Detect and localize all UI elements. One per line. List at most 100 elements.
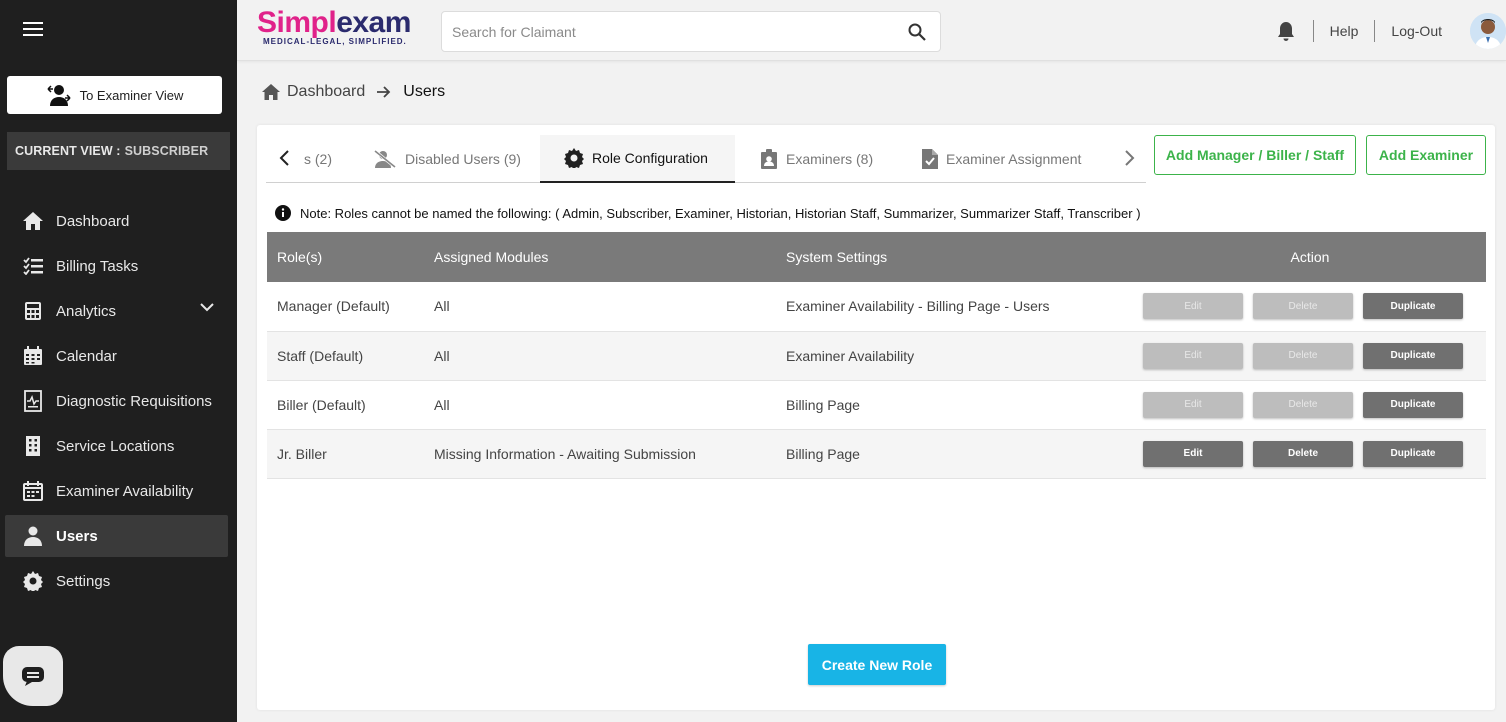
calendar-icon (22, 345, 44, 367)
sidebar-item-label: Dashboard (56, 212, 130, 230)
sidebar-item-label: Settings (56, 572, 111, 590)
sidebar-item-dashboard[interactable]: Dashboard (5, 200, 228, 242)
top-header: Simplexam MEDICAL-LEGAL, SIMPLIFIED. Hel… (237, 0, 1506, 61)
logo-word-a: Simpl (257, 6, 337, 39)
hamburger-menu-icon[interactable] (23, 22, 43, 36)
user-slash-icon (374, 150, 396, 168)
search-input[interactable] (442, 12, 882, 51)
tab-label: Role Configuration (592, 150, 708, 166)
table-row: Biller (Default) All Billing Page Edit D… (267, 380, 1486, 429)
table-row: Manager (Default) All Examiner Availabil… (267, 282, 1486, 331)
sidebar-item-users[interactable]: Users (5, 515, 228, 557)
duplicate-button[interactable]: Duplicate (1363, 391, 1463, 418)
column-header-system-settings: System Settings (786, 249, 888, 265)
tab-fade (293, 143, 303, 175)
edit-button: Edit (1143, 293, 1243, 320)
sidebar-item-diagnostic-requisitions[interactable]: Diagnostic Requisitions (5, 380, 228, 422)
sidebar-item-examiner-availability[interactable]: Examiner Availability (5, 470, 228, 512)
column-header-action: Action (1290, 249, 1330, 265)
duplicate-button[interactable]: Duplicate (1363, 440, 1463, 467)
duplicate-button[interactable]: Duplicate (1363, 293, 1463, 320)
role-name: Manager (Default) (277, 298, 390, 315)
users-tabs: s (2) Disabled Users (9) Role Configurat… (266, 135, 1146, 183)
logo-tagline: MEDICAL-LEGAL, SIMPLIFIED. (263, 37, 407, 46)
assigned-modules: Missing Information - Awaiting Submissio… (434, 445, 696, 462)
chevron-left-icon[interactable] (278, 149, 290, 167)
edit-button[interactable]: Edit (1143, 440, 1243, 467)
tab-label: Disabled Users (9) (405, 151, 521, 167)
delete-button[interactable]: Delete (1253, 440, 1353, 467)
current-view-indicator: CURRENT VIEW : SUBSCRIBER (7, 132, 230, 170)
diagnostic-icon (22, 390, 44, 412)
sidebar-item-analytics[interactable]: Analytics (5, 290, 228, 332)
chat-icon (22, 667, 44, 686)
delete-button: Delete (1253, 342, 1353, 369)
chat-button[interactable] (3, 646, 63, 706)
gear-icon (564, 148, 584, 168)
breadcrumb-dashboard-label: Dashboard (287, 83, 366, 100)
tab-active-users[interactable]: s (2) (304, 135, 332, 183)
column-header-roles: Role(s) (277, 249, 323, 265)
tab-role-configuration[interactable]: Role Configuration (540, 135, 735, 183)
header-divider (1312, 19, 1314, 42)
system-settings: Examiner Availability - Billing Page - U… (786, 298, 1050, 315)
table-row: Staff (Default) All Examiner Availabilit… (267, 331, 1486, 380)
edit-button: Edit (1143, 391, 1243, 418)
system-settings: Billing Page (786, 445, 860, 462)
logo-word-b: exam (336, 6, 411, 39)
building-icon (22, 435, 44, 457)
to-examiner-view-label: To Examiner View (79, 87, 184, 103)
system-settings: Examiner Availability (786, 347, 915, 364)
tab-examiners[interactable]: Examiners (8) (760, 135, 873, 183)
switch-user-icon (47, 85, 71, 106)
sidebar-item-calendar[interactable]: Calendar (5, 335, 228, 377)
roles-table: Role(s) Assigned Modules System Settings… (267, 232, 1486, 479)
simplexam-logo[interactable]: Simplexam MEDICAL-LEGAL, SIMPLIFIED. (257, 6, 411, 47)
current-view-label: CURRENT VIEW : (15, 144, 121, 158)
users-card: s (2) Disabled Users (9) Role Configurat… (257, 125, 1495, 710)
logout-link[interactable]: Log-Out (1391, 23, 1442, 39)
search-icon[interactable] (908, 23, 926, 41)
tab-examiner-assignment[interactable]: Examiner Assignment (922, 135, 1081, 183)
sidebar-item-label: Users (56, 527, 98, 545)
sidebar-nav: Dashboard Billing Tasks Analytics Calend… (5, 200, 228, 605)
add-examiner-button[interactable]: Add Examiner (1366, 135, 1486, 175)
notification-bell-icon[interactable] (1277, 21, 1295, 41)
sidebar-item-label: Service Locations (56, 437, 175, 455)
assigned-modules: All (434, 396, 450, 413)
arrow-right-icon (377, 86, 391, 98)
breadcrumb: Dashboard Users (262, 83, 445, 101)
home-icon (22, 210, 44, 232)
calculator-icon (22, 300, 44, 322)
sidebar-item-billing-tasks[interactable]: Billing Tasks (5, 245, 228, 287)
tab-disabled-users[interactable]: Disabled Users (9) (373, 135, 521, 183)
add-manager-biller-staff-button[interactable]: Add Manager / Biller / Staff (1154, 135, 1356, 175)
role-name: Biller (Default) (277, 396, 366, 413)
breadcrumb-current: Users (403, 83, 446, 100)
claimant-search (441, 11, 941, 52)
create-new-role-button[interactable]: Create New Role (808, 644, 946, 685)
gear-icon (22, 570, 44, 592)
to-examiner-view-button[interactable]: To Examiner View (7, 76, 222, 114)
sidebar-item-service-locations[interactable]: Service Locations (5, 425, 228, 467)
duplicate-button[interactable]: Duplicate (1363, 342, 1463, 369)
user-avatar[interactable] (1470, 12, 1506, 49)
sidebar-item-label: Billing Tasks (56, 257, 139, 275)
assigned-modules: All (434, 298, 450, 315)
header-actions: Help Log-Out (1277, 0, 1506, 61)
file-check-icon (922, 149, 938, 169)
breadcrumb-dashboard[interactable]: Dashboard (262, 83, 365, 101)
home-icon (262, 84, 280, 100)
sidebar: To Examiner View CURRENT VIEW : SUBSCRIB… (0, 0, 237, 722)
calendar-check-icon (22, 480, 44, 502)
sidebar-item-settings[interactable]: Settings (5, 560, 228, 602)
id-badge-icon (761, 149, 777, 169)
sidebar-item-label: Examiner Availability (56, 482, 194, 500)
tab-label: s (2) (304, 151, 332, 167)
chevron-right-icon[interactable] (1124, 149, 1136, 167)
help-link[interactable]: Help (1330, 23, 1359, 39)
sidebar-item-label: Analytics (56, 302, 117, 320)
assigned-modules: All (434, 347, 450, 364)
header-divider (1374, 19, 1376, 42)
delete-button: Delete (1253, 293, 1353, 320)
